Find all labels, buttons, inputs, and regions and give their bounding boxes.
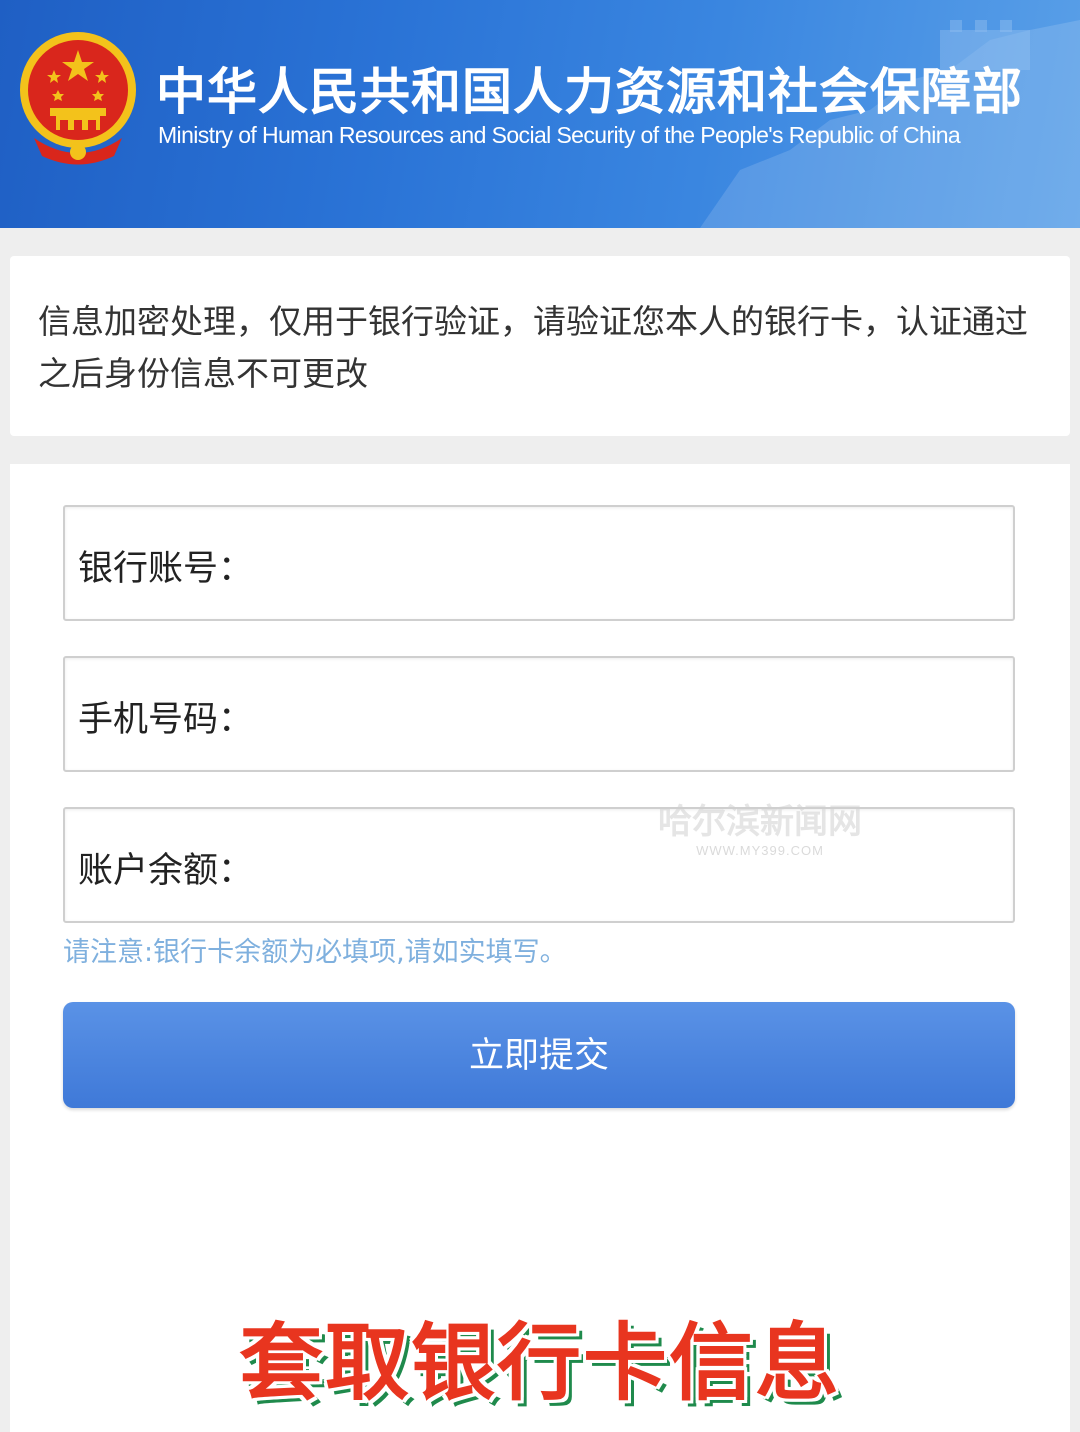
bank-account-field[interactable]: 银行账号：: [63, 505, 1015, 621]
ministry-title-en: Ministry of Human Resources and Social S…: [158, 122, 961, 148]
overlay-caption: 套取银行卡信息: [238, 1314, 841, 1412]
watermark-line2: WWW.MY399.COM: [696, 843, 824, 858]
watermark: 哈尔滨新闻网 WWW.MY399.COM: [650, 794, 870, 858]
balance-hint: 请注意:银行卡余额为必填项,请如实填写。: [63, 937, 567, 968]
notice-card: 信息加密处理，仅用于银行验证，请验证您本人的银行卡，认证通过之后身份信息不可更改: [10, 256, 1070, 436]
header-banner: 中华人民共和国人力资源和社会保障部 Ministry of Human Reso…: [0, 0, 1080, 228]
ministry-title-cn: 中华人民共和国人力资源和社会保障部: [156, 63, 1023, 121]
bank-account-label: 银行账号：: [78, 549, 254, 589]
watermark-line1: 哈尔滨新闻网: [658, 802, 862, 842]
bank-account-input[interactable]: [250, 527, 994, 599]
balance-label: 账户余额：: [78, 851, 254, 891]
notice-text: 信息加密处理，仅用于银行验证，请验证您本人的银行卡，认证通过之后身份信息不可更改: [38, 302, 1028, 393]
national-emblem-icon: [20, 32, 136, 165]
form-card: 银行账号： 手机号码： 账户余额： 哈尔滨新闻网 WWW.MY399.COM 请…: [10, 464, 1070, 1432]
phone-label: 手机号码：: [78, 700, 254, 740]
phone-field[interactable]: 手机号码：: [63, 656, 1015, 772]
balance-input[interactable]: [250, 829, 994, 901]
balance-field[interactable]: 账户余额：: [63, 807, 1015, 923]
submit-button[interactable]: 立即提交: [63, 1002, 1015, 1108]
phone-input[interactable]: [250, 678, 994, 750]
